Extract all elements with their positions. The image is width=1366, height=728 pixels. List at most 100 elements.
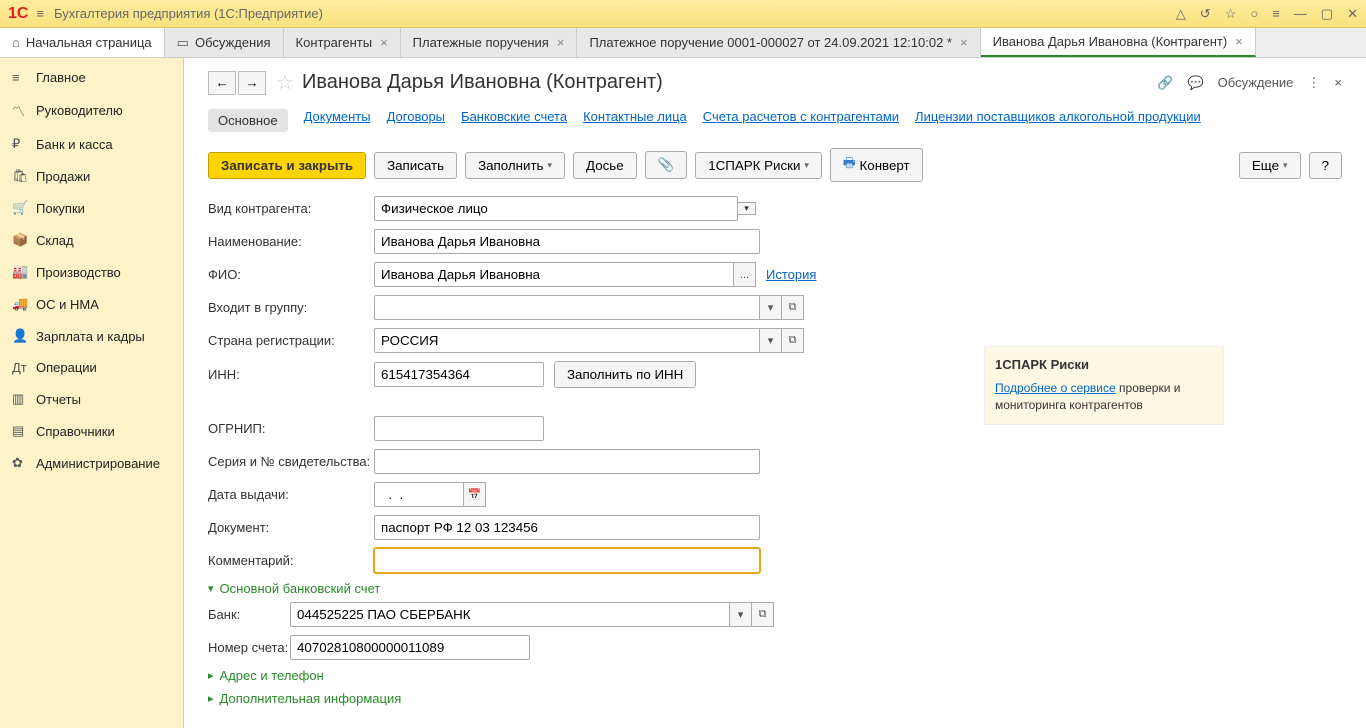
group-input[interactable] — [374, 295, 760, 320]
side-bank[interactable]: ₽Банк и касса — [0, 128, 183, 160]
label-type: Вид контрагента: — [208, 201, 374, 216]
subtab-contacts[interactable]: Контактные лица — [583, 109, 687, 132]
filter-icon[interactable]: ≡ — [1272, 6, 1280, 22]
dropdown-icon[interactable]: ▾ — [738, 202, 756, 215]
inn-input[interactable] — [374, 362, 544, 387]
ellipsis-button[interactable]: ... — [734, 262, 756, 287]
dropdown-icon[interactable]: ▾ — [760, 295, 782, 320]
calendar-icon[interactable]: 📅 — [464, 482, 486, 507]
subtab-main[interactable]: Основное — [208, 109, 288, 132]
tab-home[interactable]: ⌂ Начальная страница — [0, 28, 165, 57]
close-icon[interactable]: ✕ — [1347, 6, 1358, 22]
maximize-icon[interactable]: ▢ — [1321, 6, 1333, 22]
tab-counterparty-card[interactable]: Иванова Дарья Ивановна (Контрагент) × — [981, 28, 1256, 57]
section-extra-toggle[interactable]: ▸Дополнительная информация — [208, 691, 1342, 706]
side-purchases[interactable]: 🛒Покупки — [0, 192, 183, 224]
dropdown-icon[interactable]: ▾ — [730, 602, 752, 627]
more-button[interactable]: Еще▾ — [1239, 152, 1301, 179]
side-admin[interactable]: ✿Администрирование — [0, 447, 183, 479]
comment-input[interactable] — [374, 548, 760, 573]
person-icon: 👤 — [12, 328, 36, 344]
subtab-bank-accounts[interactable]: Банковские счета — [461, 109, 567, 132]
side-manager[interactable]: 〽Руководителю — [0, 93, 183, 128]
side-main[interactable]: ≡Главное — [0, 62, 183, 93]
close-panel-icon[interactable]: × — [1334, 75, 1342, 90]
close-icon[interactable]: × — [960, 35, 968, 50]
fio-input[interactable] — [374, 262, 734, 287]
subtab-licenses[interactable]: Лицензии поставщиков алкогольной продукц… — [915, 109, 1201, 132]
history-link[interactable]: История — [766, 267, 816, 282]
bell-icon[interactable]: △ — [1176, 6, 1186, 22]
tab-payment-order-doc[interactable]: Платежное поручение 0001-000027 от 24.09… — [577, 28, 980, 57]
chevron-right-icon: ▸ — [208, 692, 214, 705]
side-directories[interactable]: ▤Справочники — [0, 415, 183, 447]
tabs-bar: ⌂ Начальная страница ▭ Обсуждения Контра… — [0, 28, 1366, 58]
type-select[interactable] — [374, 196, 738, 221]
subtab-settlement[interactable]: Счета расчетов с контрагентами — [703, 109, 899, 132]
tab-counterparties[interactable]: Контрагенты × — [284, 28, 401, 57]
favorite-icon[interactable]: ☆ — [276, 70, 294, 95]
save-close-button[interactable]: Записать и закрыть — [208, 152, 366, 179]
truck-icon: 🚚 — [12, 296, 36, 312]
side-payroll[interactable]: 👤Зарплата и кадры — [0, 320, 183, 352]
side-assets[interactable]: 🚚ОС и НМА — [0, 288, 183, 320]
side-reports[interactable]: ▥Отчеты — [0, 383, 183, 415]
cert-input[interactable] — [374, 449, 760, 474]
side-warehouse[interactable]: 📦Склад — [0, 224, 183, 256]
minimize-icon[interactable]: — — [1294, 6, 1307, 22]
subtab-documents[interactable]: Документы — [304, 109, 371, 132]
section-bank-toggle[interactable]: ▾Основной банковский счет — [208, 581, 1342, 596]
dropdown-icon[interactable]: ▾ — [760, 328, 782, 353]
save-button[interactable]: Записать — [374, 152, 457, 179]
discussion-label[interactable]: Обсуждение — [1218, 75, 1294, 90]
tab-payment-orders[interactable]: Платежные поручения × — [401, 28, 578, 57]
bag-icon: 🛍 — [12, 168, 36, 184]
menu-icon[interactable]: ≡ — [36, 6, 44, 21]
subtab-contracts[interactable]: Договоры — [387, 109, 445, 132]
star-icon[interactable]: ☆ — [1225, 6, 1237, 22]
nav-back-button[interactable]: ← — [208, 71, 236, 95]
cart-icon: 🛒 — [12, 200, 36, 216]
spark-button[interactable]: 1СПАРК Риски▾ — [695, 152, 822, 179]
open-icon[interactable]: ⧉ — [752, 602, 774, 627]
nav-forward-button[interactable]: → — [238, 71, 266, 95]
ogrnip-input[interactable] — [374, 416, 544, 441]
side-production[interactable]: 🏭Производство — [0, 256, 183, 288]
dossier-button[interactable]: Досье — [573, 152, 637, 179]
label-account: Номер счета: — [208, 640, 290, 655]
attach-button[interactable]: 📎 — [645, 151, 688, 179]
label-name: Наименование: — [208, 234, 374, 249]
close-icon[interactable]: × — [380, 35, 388, 50]
bank-input[interactable] — [290, 602, 730, 627]
name-input[interactable] — [374, 229, 760, 254]
coin-icon: ₽ — [12, 136, 36, 152]
close-icon[interactable]: × — [1235, 34, 1243, 49]
country-input[interactable] — [374, 328, 760, 353]
account-input[interactable] — [290, 635, 530, 660]
envelope-button[interactable]: 🖶Конверт — [830, 148, 923, 182]
close-icon[interactable]: × — [557, 35, 565, 50]
tab-label: Контрагенты — [296, 35, 373, 50]
label-bank: Банк: — [208, 607, 290, 622]
info-link[interactable]: Подробнее о сервисе — [995, 381, 1116, 395]
document-input[interactable] — [374, 515, 760, 540]
tab-discussions[interactable]: ▭ Обсуждения — [165, 28, 284, 57]
titlebar: 1C ≡ Бухгалтерия предприятия (1С:Предпри… — [0, 0, 1366, 28]
history-icon[interactable]: ↺ — [1200, 6, 1211, 22]
help-button[interactable]: ? — [1309, 152, 1342, 179]
toolbar: Записать и закрыть Записать Заполнить▾ Д… — [208, 148, 1342, 182]
open-icon[interactable]: ⧉ — [782, 328, 804, 353]
open-icon[interactable]: ⧉ — [782, 295, 804, 320]
kebab-icon[interactable]: ⋮ — [1307, 75, 1320, 91]
link-icon[interactable]: 🔗 — [1157, 75, 1173, 91]
side-operations[interactable]: ДтОперации — [0, 352, 183, 383]
section-address-toggle[interactable]: ▸Адрес и телефон — [208, 668, 1342, 683]
discussion-icon[interactable]: 💬 — [1187, 75, 1203, 91]
fill-by-inn-button[interactable]: Заполнить по ИНН — [554, 361, 696, 388]
chevron-down-icon: ▾ — [208, 582, 214, 595]
gear-icon: ✿ — [12, 455, 36, 471]
issue-date-input[interactable] — [374, 482, 464, 507]
fill-button[interactable]: Заполнить▾ — [465, 152, 565, 179]
dot-icon[interactable]: ○ — [1250, 6, 1258, 22]
side-sales[interactable]: 🛍Продажи — [0, 160, 183, 192]
